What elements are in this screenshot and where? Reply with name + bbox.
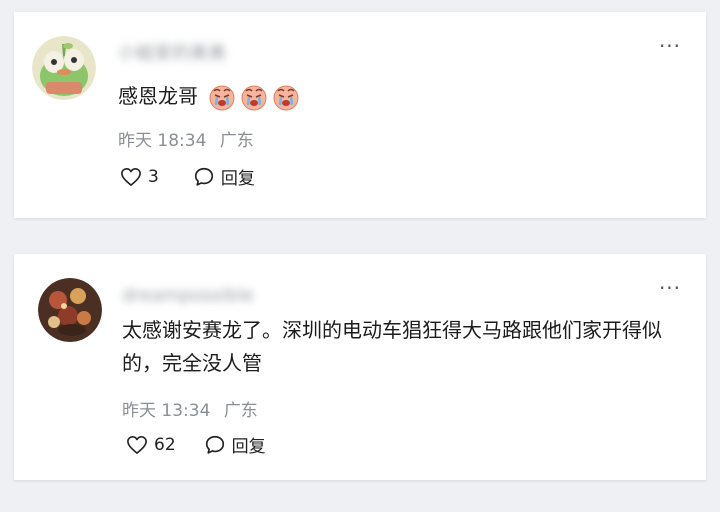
comment-text-body: 感恩龙哥 [118,84,198,108]
reply-label: 回复 [220,169,255,189]
reply-button[interactable]: 回复 [193,164,255,189]
comment-text: 太感谢安赛龙了。深圳的电动车猖狂得大马路跟他们家开得似的，完全没人管 [122,318,662,375]
comment-location: 广东 [219,131,254,151]
comment-actions: 3 回复 [120,164,255,189]
avatar[interactable] [38,278,102,342]
username[interactable]: 小蛙家的美美 [118,44,226,64]
comment-location: 广东 [223,401,258,421]
like-count: 3 [148,166,159,187]
comment-actions: 62 回复 [126,432,266,457]
reply-button[interactable]: 回复 [204,432,266,457]
crying-face-icon [273,85,299,110]
heart-icon [121,167,141,186]
speech-bubble-icon [194,167,213,186]
crying-face-icon [209,85,235,110]
crying-face-icon [241,85,267,110]
username[interactable]: dreampossible [122,286,254,306]
like-button[interactable]: 3 [120,167,159,187]
comment-meta: 昨天 13:34 广东 [122,396,258,421]
avatar-painting-icon [38,278,102,342]
reply-label: 回复 [231,437,266,457]
avatar[interactable] [32,36,96,100]
comment-card: 小蛙家的美美 ··· 感恩龙哥 昨天 18:34 广东 3 回复 [14,12,706,218]
comment-card: dreampossible ··· 太感谢安赛龙了。深圳的电动车猖狂得大马路跟他… [14,254,706,480]
more-options-button[interactable]: ··· [656,36,684,56]
comment-time: 昨天 13:34 [122,401,211,421]
comment-list: 小蛙家的美美 ··· 感恩龙哥 昨天 18:34 广东 3 回复 dreampo… [0,0,720,512]
like-button[interactable]: 62 [126,435,176,455]
more-options-button[interactable]: ··· [656,278,684,298]
like-count: 62 [154,434,176,455]
comment-text: 感恩龙哥 [118,80,300,113]
avatar-cartoon-icon [32,36,96,100]
comment-time: 昨天 18:34 [118,131,207,151]
comment-meta: 昨天 18:34 广东 [118,126,254,151]
speech-bubble-icon [205,435,224,454]
heart-icon [127,435,147,454]
